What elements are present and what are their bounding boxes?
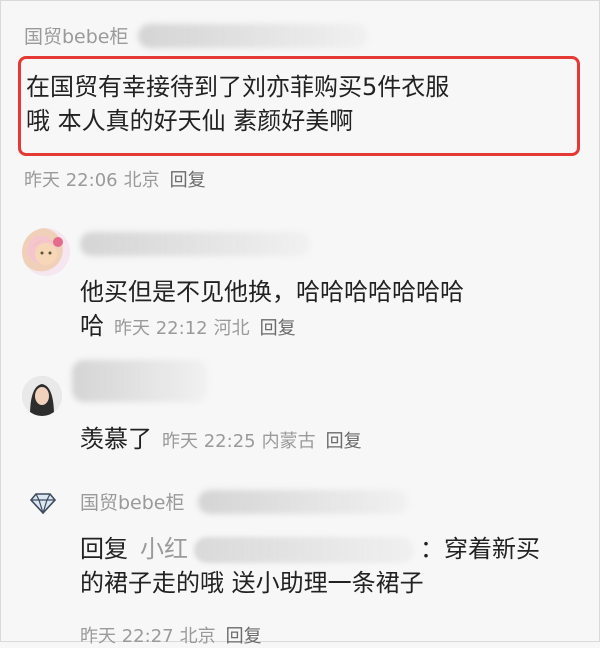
blurred-username xyxy=(72,360,207,402)
comment-text: 在国贸有幸接待到了刘亦菲购买5件衣服 哦 本人真的好天仙 素颜好美啊 xyxy=(26,70,449,138)
comment-text-line: 在国贸有幸接待到了刘亦菲购买5件衣服 xyxy=(26,73,450,101)
comment-text: 回复 小红 ：穿着新买 的裙子走的哦 送小助理一条裙子 xyxy=(80,532,540,600)
comment-author[interactable]: 国贸bebe柜 xyxy=(24,22,129,49)
comment-text-line: 回复 小红 ：穿着新买 xyxy=(80,532,540,566)
blurred-username xyxy=(138,24,368,48)
comment-text: 羡慕了 昨天 22:25 内蒙古 回复 xyxy=(80,422,362,459)
comment-text-line: 的裙子走的哦 送小助理一条裙子 xyxy=(80,569,424,597)
avatar-icon xyxy=(32,237,63,265)
reply-button[interactable]: 回复 xyxy=(226,626,262,647)
comment-time: 昨天 22:25 xyxy=(162,431,256,452)
diamond-icon xyxy=(29,492,57,516)
comment-meta: 昨天 22:12 河北 回复 xyxy=(114,318,296,339)
reply-button[interactable]: 回复 xyxy=(260,318,296,339)
comment-location: 内蒙古 xyxy=(261,431,316,452)
comment-author[interactable]: 国贸bebe柜 xyxy=(80,488,185,515)
comment-text-tail: 哈 xyxy=(80,312,104,340)
comment-location: 北京 xyxy=(179,626,216,647)
comment-text-line: 羡慕了 xyxy=(80,425,152,453)
comment-location: 北京 xyxy=(123,170,160,191)
blurred-username xyxy=(194,537,414,563)
comment-meta: 昨天 22:25 内蒙古 回复 xyxy=(162,431,362,452)
comment-time: 昨天 22:06 xyxy=(24,170,118,191)
comment-text: 他买但是不见他换，哈哈哈哈哈哈哈 哈昨天 22:12 河北 回复 xyxy=(80,275,464,346)
comment-text-line: 哈昨天 22:12 河北 回复 xyxy=(80,309,464,346)
avatar-icon xyxy=(22,376,62,416)
reply-button[interactable]: 回复 xyxy=(170,170,206,191)
reply-prefix: 回复 xyxy=(80,535,128,563)
comment-meta: 昨天 22:06 北京 回复 xyxy=(24,166,206,192)
blurred-username xyxy=(198,490,408,514)
comment-text-part: ：穿着新买 xyxy=(420,535,540,563)
comment-meta: 昨天 22:27 北京 回复 xyxy=(80,622,262,648)
reply-button[interactable]: 回复 xyxy=(326,431,362,452)
reply-to-user[interactable]: 小红 xyxy=(140,535,188,563)
comment-text-line: 哦 本人真的好天仙 素颜好美啊 xyxy=(26,107,354,135)
avatar[interactable] xyxy=(22,228,70,276)
avatar[interactable] xyxy=(22,376,62,416)
comment-time: 昨天 22:27 xyxy=(80,626,174,647)
comment-text-line: 他买但是不见他换，哈哈哈哈哈哈哈 xyxy=(80,278,464,306)
comment-time: 昨天 22:12 xyxy=(114,318,208,339)
comment-location: 河北 xyxy=(213,318,250,339)
blurred-username xyxy=(80,232,310,256)
